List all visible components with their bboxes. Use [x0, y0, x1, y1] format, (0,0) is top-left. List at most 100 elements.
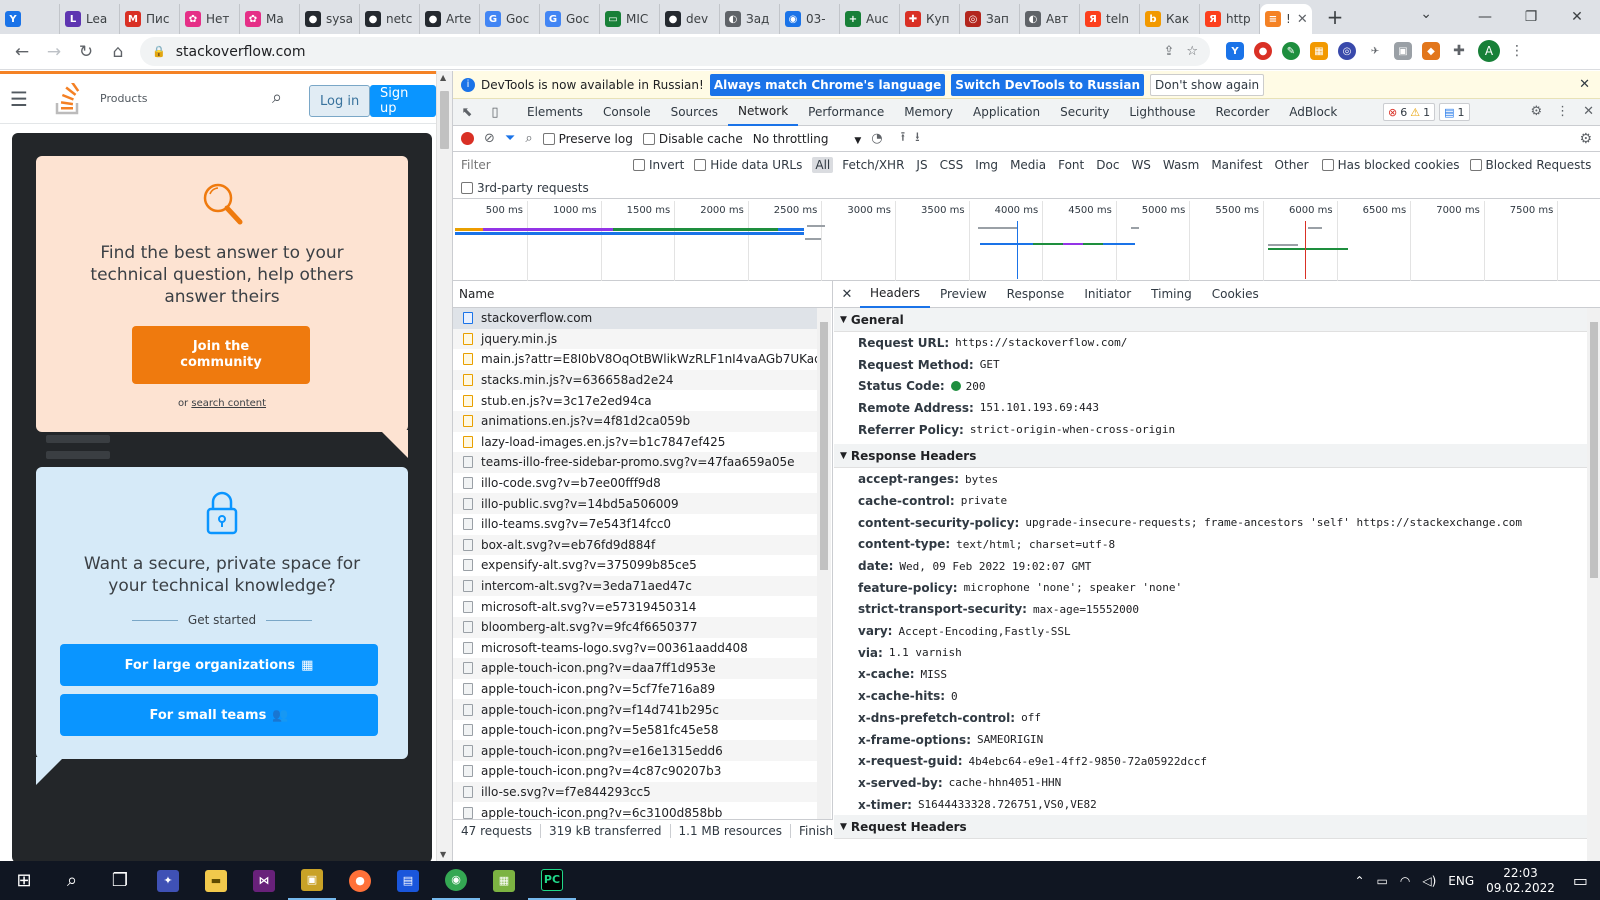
close-window-button[interactable]: ✕: [1554, 0, 1600, 34]
detail-tab[interactable]: Initiator: [1074, 281, 1141, 308]
import-har-icon[interactable]: ⭱: [901, 128, 906, 150]
devtools-tab[interactable]: Sources: [661, 99, 728, 126]
devtools-tab[interactable]: Lighthouse: [1119, 99, 1205, 126]
browser-tab[interactable]: L Lea: [60, 4, 120, 34]
request-row[interactable]: illo-se.svg?v=f7e844293cc5: [453, 781, 817, 803]
new-tab-button[interactable]: +: [1320, 5, 1350, 29]
extension-icon[interactable]: ▦: [1310, 42, 1328, 60]
blocked-requests-checkbox[interactable]: Blocked Requests: [1469, 158, 1591, 172]
browser-menu-icon[interactable]: ⋮: [1510, 43, 1524, 59]
app-icon[interactable]: ▣: [288, 861, 336, 900]
settings-gear-icon[interactable]: ⚙: [1530, 104, 1542, 119]
request-row[interactable]: main.js?attr=E8I0bV8OqOtBWlikWzRLF1nI4va…: [453, 349, 817, 370]
stackoverflow-logo-icon[interactable]: [54, 80, 82, 115]
app-icon[interactable]: ▦: [480, 861, 528, 900]
vpn-extension-icon[interactable]: ◎: [1338, 42, 1356, 60]
request-row[interactable]: illo-code.svg?v=b7ee00fff9d8: [453, 473, 817, 494]
browser-tab[interactable]: ▭ MIC: [600, 4, 660, 34]
request-row[interactable]: box-alt.svg?v=eb76fd9d884f: [453, 534, 817, 556]
close-infobar-icon[interactable]: ✕: [1579, 77, 1590, 92]
type-filter-button[interactable]: Wasm: [1160, 157, 1202, 173]
invert-checkbox[interactable]: Invert: [633, 158, 684, 172]
type-filter-button[interactable]: Font: [1055, 157, 1087, 173]
profile-avatar[interactable]: A: [1478, 40, 1500, 62]
search-icon[interactable]: ⌕: [48, 861, 96, 900]
file-explorer-icon[interactable]: ▬: [192, 861, 240, 900]
request-row[interactable]: apple-touch-icon.png?v=4c87c90207b3: [453, 761, 817, 782]
type-filter-button[interactable]: WS: [1128, 157, 1153, 173]
filter-icon[interactable]: ⏷: [505, 131, 515, 146]
volume-icon[interactable]: ◁): [1422, 874, 1436, 888]
bookmark-star-icon[interactable]: ☆: [1186, 44, 1198, 59]
type-filter-button[interactable]: Manifest: [1208, 157, 1265, 173]
request-row[interactable]: stub.en.js?v=3c17e2ed94ca: [453, 390, 817, 411]
clear-icon[interactable]: ⊘: [484, 131, 495, 146]
metamask-extension-icon[interactable]: ◆: [1422, 42, 1440, 60]
forward-icon[interactable]: →: [38, 36, 70, 68]
browser-tab[interactable]: ◐ Авт: [1020, 4, 1080, 34]
scroll-up-arrow-icon[interactable]: ▲: [440, 73, 446, 82]
type-filter-button[interactable]: Media: [1007, 157, 1049, 173]
signup-button[interactable]: Sign up: [370, 85, 436, 117]
firefox-icon[interactable]: ●: [336, 861, 384, 900]
preserve-log-checkbox[interactable]: Preserve log: [542, 132, 633, 146]
scroll-thumb[interactable]: [1590, 322, 1598, 578]
requests-scrollbar[interactable]: [817, 308, 831, 833]
request-row[interactable]: illo-public.svg?v=14bd5a506009: [453, 493, 817, 514]
extension-icon[interactable]: ▣: [1394, 42, 1412, 60]
visual-studio-icon[interactable]: ⋈: [240, 861, 288, 900]
type-filter-button[interactable]: Doc: [1093, 157, 1122, 173]
request-row[interactable]: bloomberg-alt.svg?v=9fc4f6650377: [453, 616, 817, 638]
browser-tab[interactable]: ● netc: [360, 4, 420, 34]
filter-input[interactable]: [459, 154, 623, 175]
detail-tab[interactable]: Preview: [930, 281, 997, 308]
request-row[interactable]: lazy-load-images.en.js?v=b1c7847ef425: [453, 432, 817, 453]
hide-data-urls-checkbox[interactable]: Hide data URLs: [694, 158, 802, 172]
close-details-icon[interactable]: ✕: [834, 287, 860, 302]
browser-tab[interactable]: Яteln: [1080, 4, 1140, 34]
small-teams-button[interactable]: For small teams 👥: [60, 694, 378, 736]
request-row[interactable]: teams-illo-free-sidebar-promo.svg?v=47fa…: [453, 452, 817, 473]
devtools-tab[interactable]: AdBlock: [1279, 99, 1347, 126]
browser-tab[interactable]: G Goc: [480, 4, 540, 34]
dont-show-again-button[interactable]: Don't show again: [1150, 73, 1265, 96]
network-conditions-icon[interactable]: ◔: [871, 131, 882, 146]
close-tab-icon[interactable]: ✕: [1297, 12, 1308, 27]
notifications-icon[interactable]: ▭: [1573, 871, 1588, 890]
browser-tab[interactable]: ◎ Зап: [960, 4, 1020, 34]
network-settings-gear-icon[interactable]: ⚙: [1579, 131, 1592, 147]
devtools-tab[interactable]: Application: [963, 99, 1050, 126]
type-filter-button[interactable]: Img: [972, 157, 1001, 173]
request-row[interactable]: intercom-alt.svg?v=3eda71aed47c: [453, 575, 817, 597]
home-icon[interactable]: ⌂: [102, 36, 134, 68]
errors-badge[interactable]: ⊗ 6 ⚠ 1: [1383, 103, 1436, 121]
details-scrollbar[interactable]: [1587, 308, 1600, 861]
request-row[interactable]: apple-touch-icon.png?v=5cf7fe716a89: [453, 679, 817, 700]
language-indicator[interactable]: ENG: [1448, 874, 1474, 888]
login-button[interactable]: Log in: [309, 85, 371, 117]
extension-icon[interactable]: Y: [1226, 42, 1244, 60]
detail-tab[interactable]: Cookies: [1202, 281, 1269, 308]
type-filter-button[interactable]: CSS: [937, 157, 967, 173]
request-row[interactable]: apple-touch-icon.png?v=e16e1315edd6: [453, 740, 817, 762]
maximize-button[interactable]: ❐: [1508, 0, 1554, 34]
back-icon[interactable]: ←: [6, 36, 38, 68]
request-row[interactable]: illo-teams.svg?v=7e543f14fcc0: [453, 514, 817, 535]
browser-tab[interactable]: ● Arte: [420, 4, 480, 34]
address-bar[interactable]: 🔒 stackoverflow.com ⇪ ☆: [140, 37, 1210, 66]
translate-extension-icon[interactable]: ✈: [1366, 42, 1384, 60]
browser-tab[interactable]: Y: [0, 4, 60, 34]
close-devtools-icon[interactable]: ✕: [1583, 104, 1594, 119]
request-row[interactable]: apple-touch-icon.png?v=daa7ff1d953e: [453, 658, 817, 679]
pycharm-icon[interactable]: PC: [528, 861, 576, 900]
app-icon[interactable]: ✦: [144, 861, 192, 900]
request-row[interactable]: microsoft-alt.svg?v=e57319450314: [453, 596, 817, 617]
more-options-icon[interactable]: ⋮: [1556, 104, 1569, 119]
browser-tab[interactable]: b Как: [1140, 4, 1200, 34]
adblock-extension-icon[interactable]: ●: [1254, 42, 1272, 60]
tray-expand-icon[interactable]: ⌃: [1354, 874, 1364, 888]
puzzle-icon[interactable]: ✚: [1450, 42, 1468, 60]
type-filter-button[interactable]: JS: [913, 157, 930, 173]
inspect-element-icon[interactable]: ⬉: [453, 105, 481, 120]
devtools-tab[interactable]: Recorder: [1206, 99, 1280, 126]
